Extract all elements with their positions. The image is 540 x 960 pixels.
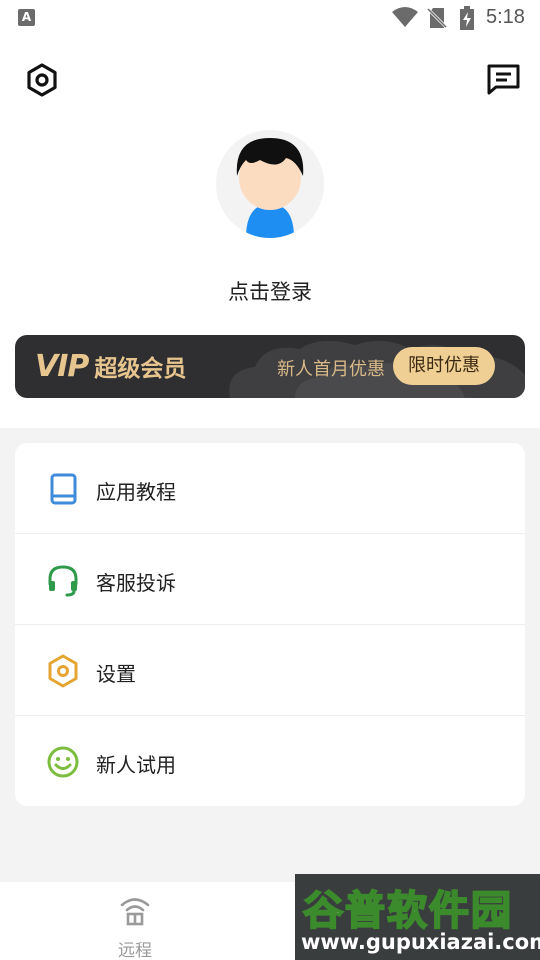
notification-app-icon: A: [18, 9, 35, 26]
menu-item-tutorial[interactable]: 应用教程: [15, 443, 525, 534]
vip-promo-text: 新人首月优惠: [277, 359, 385, 380]
vip-title: 超级会员: [94, 356, 187, 382]
site-watermark: 谷普软件园 www.gupuxiazai.com: [295, 874, 540, 960]
login-prompt[interactable]: 点击登录: [0, 276, 540, 306]
settings-hex-icon[interactable]: [22, 60, 62, 100]
battery-charging-icon: [460, 6, 474, 30]
menu-item-support[interactable]: 客服投诉: [15, 534, 525, 625]
settings-hex-icon: [48, 654, 78, 688]
status-bar: A 5:18: [0, 0, 540, 36]
profile-panel: 点击登录 VIP 超级会员 新人首月优惠 限时优惠: [0, 36, 540, 428]
watermark-title: 谷普软件园: [302, 887, 513, 935]
vip-logo-text: VIP: [35, 348, 89, 384]
avatar[interactable]: [216, 130, 324, 238]
remote-signal-icon: [120, 898, 150, 926]
smile-icon: [47, 746, 79, 778]
menu-item-settings[interactable]: 设置: [15, 625, 525, 716]
clock-time: 5:18: [486, 6, 525, 28]
default-avatar-icon: [236, 138, 304, 238]
headset-icon: [48, 565, 78, 597]
no-sim-icon: [427, 7, 447, 29]
vip-logo: VIP 超级会员: [35, 348, 187, 384]
menu-item-label: 设置: [96, 662, 136, 686]
watermark-url: www.gupuxiazai.com: [301, 930, 540, 954]
tab-remote-label: 远程: [118, 941, 152, 960]
book-icon: [50, 473, 77, 505]
tab-remote[interactable]: 远程: [95, 888, 175, 960]
wifi-icon: [392, 7, 418, 27]
vip-banner[interactable]: VIP 超级会员 新人首月优惠 限时优惠: [15, 335, 525, 398]
message-icon[interactable]: [483, 60, 523, 100]
menu-item-label: 客服投诉: [96, 571, 176, 595]
menu-item-label: 新人试用: [96, 753, 176, 777]
menu-item-label: 应用教程: [96, 480, 176, 504]
menu-card: 应用教程 客服投诉 设置 新人试用: [15, 443, 525, 806]
menu-item-trial[interactable]: 新人试用: [15, 716, 525, 806]
limited-offer-button[interactable]: 限时优惠: [393, 347, 495, 385]
